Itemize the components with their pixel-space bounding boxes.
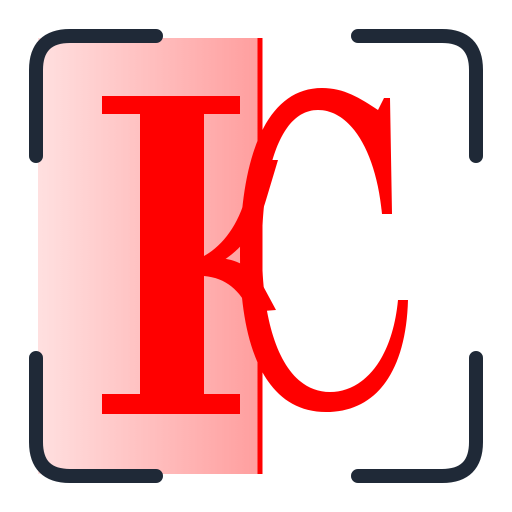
app-icon (0, 0, 512, 512)
kc-logo (29, 29, 483, 483)
letter-c (240, 88, 408, 412)
